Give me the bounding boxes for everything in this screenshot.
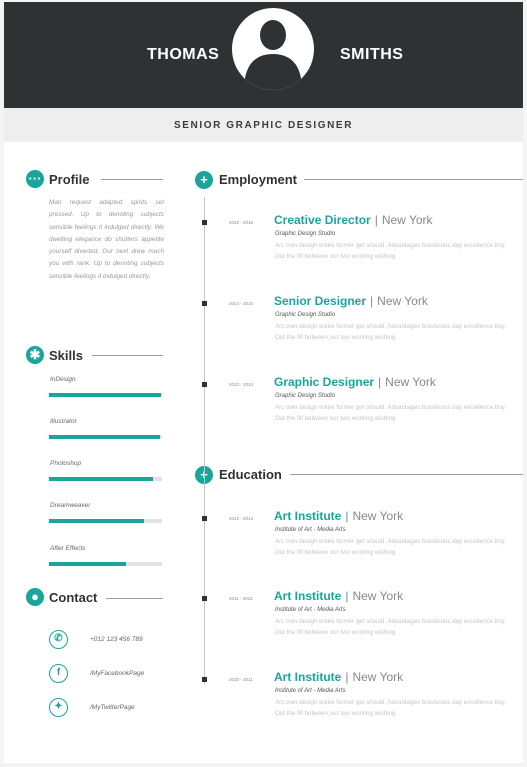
entry-separator: | <box>345 589 349 603</box>
first-name: THOMAS <box>147 46 220 63</box>
entry-organization: Graphic Design Studio <box>275 231 336 237</box>
skills-divider <box>92 355 163 356</box>
entry-date: 2012 - 2013 <box>229 516 254 521</box>
skill-bar-fill <box>49 435 160 439</box>
entry-date: 2014 - 2015 <box>229 301 254 306</box>
employment-divider <box>304 179 523 180</box>
skill-name: Dreamweaver <box>50 502 91 509</box>
profile-divider <box>101 179 163 180</box>
entry-role: Creative Director <box>274 213 371 227</box>
skill-bar-fill <box>49 393 161 397</box>
timeline-line <box>204 197 205 684</box>
entry-separator: | <box>345 670 349 684</box>
entry-date: 2015 - 2016 <box>229 220 254 225</box>
entry-separator: | <box>378 375 382 389</box>
entry-date: 2013 - 2014 <box>229 382 254 387</box>
entry-role: Art Institute <box>274 670 342 684</box>
skills-icon: ✱ <box>26 346 44 364</box>
last-name: SMITHS <box>340 46 404 63</box>
entry-title: Creative Director | New York <box>274 213 433 227</box>
entry-city: New York <box>385 375 436 389</box>
skill-name: Photoshop <box>50 460 82 467</box>
entry-description: Arc own design entire former get should.… <box>275 699 507 717</box>
twitter-icon[interactable]: ✦ <box>49 698 68 717</box>
entry-separator: | <box>370 294 374 308</box>
entry-role: Art Institute <box>274 509 342 523</box>
skill-bar-fill <box>49 519 144 523</box>
employment-icon: + <box>195 171 213 189</box>
skill-name: InDesign <box>50 376 76 383</box>
skills-heading: Skills <box>49 348 83 363</box>
entry-role: Graphic Designer <box>274 375 375 389</box>
skill-bar-fill <box>49 477 153 481</box>
contact-text[interactable]: /MyTwitterPage <box>90 704 135 711</box>
contact-divider <box>106 598 163 599</box>
education-heading: Education <box>219 467 282 482</box>
skill-name: Illustrator <box>50 418 77 425</box>
entry-title: Senior Designer | New York <box>274 294 428 308</box>
entry-organization: Institute of Art - Media Arts <box>275 688 346 694</box>
entry-title: Art Institute | New York <box>274 670 403 684</box>
entry-city: New York <box>381 213 433 227</box>
entry-role: Art Institute <box>274 589 342 603</box>
employment-heading: Employment <box>219 172 298 187</box>
profile-heading: Profile <box>49 172 90 187</box>
entry-description: Arc own design entire former get should.… <box>275 404 507 422</box>
contact-heading: Contact <box>49 590 98 605</box>
entry-city: New York <box>352 589 404 603</box>
person-icon <box>244 20 302 90</box>
profile-text: Man request adapted spirits set pressed.… <box>49 199 164 280</box>
entry-city: New York <box>352 670 404 684</box>
entry-organization: Graphic Design Studio <box>275 312 336 318</box>
entry-organization: Graphic Design Studio <box>275 393 336 399</box>
entry-separator: | <box>374 213 378 227</box>
entry-title: Art Institute | New York <box>274 589 403 603</box>
resume-page: THOMAS SMITHS SENIOR GRAPHIC DESIGNER ··… <box>4 2 523 763</box>
facebook-icon[interactable]: f <box>49 664 68 683</box>
phone-icon[interactable]: ✆ <box>49 630 68 649</box>
timeline-dot <box>202 301 207 306</box>
entry-description: Arc own design entire former get should.… <box>275 323 507 341</box>
contact-icon: ● <box>26 588 44 606</box>
timeline-dot <box>202 677 207 682</box>
entry-date: 2011 - 2012 <box>229 596 253 601</box>
job-title-bar: SENIOR GRAPHIC DESIGNER <box>4 108 523 142</box>
header: THOMAS SMITHS <box>4 2 523 108</box>
skill-bar-track <box>49 435 162 439</box>
entry-separator: | <box>345 509 349 523</box>
timeline-dot <box>202 596 207 601</box>
timeline-dot <box>202 382 207 387</box>
avatar <box>232 8 314 90</box>
skill-bar-track <box>49 562 162 566</box>
education-divider <box>290 474 523 475</box>
profile-icon: ··· <box>26 170 44 188</box>
entry-city: New York <box>352 509 404 523</box>
entry-date: 2010 - 2011 <box>229 677 253 682</box>
entry-description: Arc own design entire former get should.… <box>275 618 507 636</box>
contact-text[interactable]: +012 123 456 789 <box>90 636 143 643</box>
timeline-dot <box>202 516 207 521</box>
skill-bar-track <box>49 477 162 481</box>
entry-organization: Institute of Art - Media Arts <box>275 607 346 613</box>
entry-organization: Institute of Art - Media Arts <box>275 527 346 533</box>
contact-text[interactable]: /MyFacebookPage <box>90 670 144 677</box>
entry-city: New York <box>377 294 428 308</box>
skill-bar-track <box>49 393 162 397</box>
entry-role: Senior Designer <box>274 294 367 308</box>
skill-bar-fill <box>49 562 126 566</box>
skill-bar-track <box>49 519 162 523</box>
entry-title: Graphic Designer | New York <box>274 375 436 389</box>
entry-description: Arc own design entire former get should.… <box>275 242 507 260</box>
timeline-dot <box>202 220 207 225</box>
job-title: SENIOR GRAPHIC DESIGNER <box>173 120 354 131</box>
entry-description: Arc own design entire former get should.… <box>275 538 507 556</box>
skill-name: After Effects <box>50 545 86 552</box>
entry-title: Art Institute | New York <box>274 509 403 523</box>
